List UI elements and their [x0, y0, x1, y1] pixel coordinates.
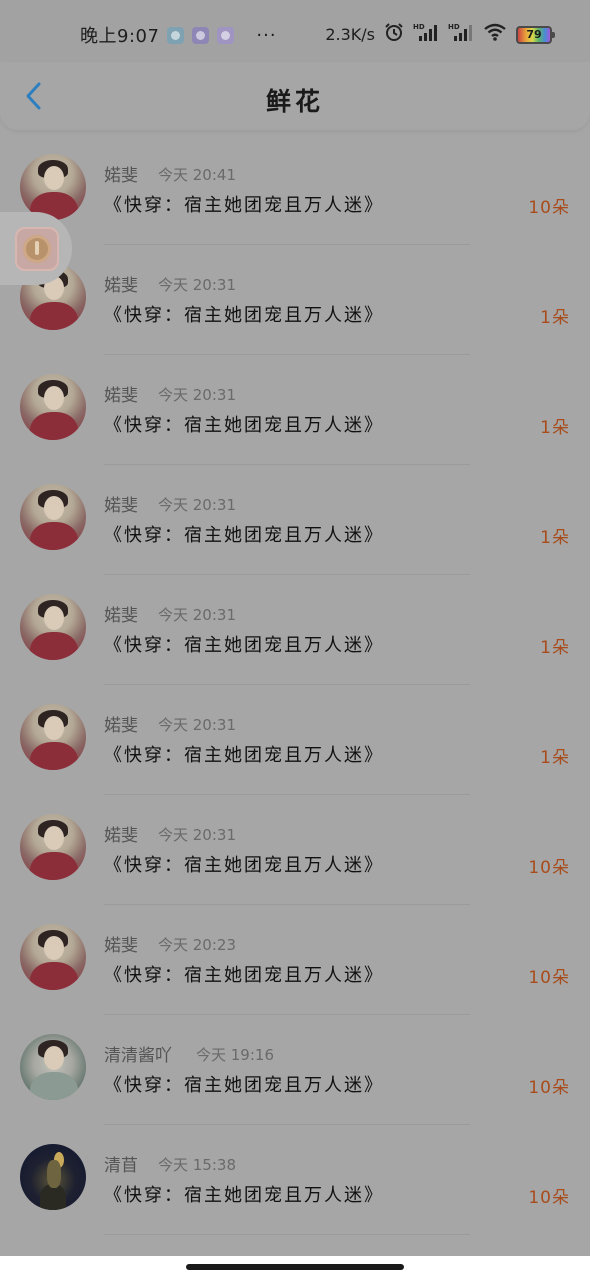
flower-count: 1朵 [540, 308, 570, 328]
gift-list-item[interactable]: 婼斐 今天 20:31 《快穿：宿主她团宠且万人迷》 1朵 [0, 245, 590, 355]
avatar[interactable] [20, 154, 86, 220]
sender-name: 婼斐 [104, 606, 138, 626]
sender-name: 婼斐 [104, 276, 138, 296]
avatar[interactable] [20, 924, 86, 990]
sender-name: 清清酱吖 [104, 1046, 172, 1066]
send-time: 今天 20:31 [158, 386, 236, 404]
avatar-body [30, 522, 78, 550]
book-title: 《快穿：宿主她团宠且万人迷》 [104, 525, 384, 546]
avatar[interactable] [20, 1034, 86, 1100]
gift-list-item[interactable]: 清苜 今天 15:38 《快穿：宿主她团宠且万人迷》 10朵 [0, 1125, 590, 1235]
book-title: 《快穿：宿主她团宠且万人迷》 [104, 305, 384, 326]
gift-list-item[interactable]: 婼斐 今天 20:31 《快穿：宿主她团宠且万人迷》 1朵 [0, 355, 590, 465]
send-time: 今天 20:31 [158, 716, 236, 734]
sender-name: 婼斐 [104, 936, 138, 956]
gift-list-item[interactable]: 婼斐 今天 20:41 《快穿：宿主她团宠且万人迷》 10朵 [0, 135, 590, 245]
send-time: 今天 20:31 [158, 496, 236, 514]
gift-list-item[interactable]: 婼斐 今天 20:23 《快穿：宿主她团宠且万人迷》 10朵 [0, 905, 590, 1015]
notification-app-icon [217, 26, 235, 44]
book-title: 《快穿：宿主她团宠且万人迷》 [104, 1185, 384, 1206]
flower-count: 1朵 [540, 528, 570, 548]
avatar-face [44, 826, 64, 850]
avatar[interactable] [20, 594, 86, 660]
avatar-body [30, 962, 78, 990]
avatar-body [30, 412, 78, 440]
wifi-icon [483, 22, 507, 47]
avatar-face [44, 386, 64, 410]
flower-count: 1朵 [540, 418, 570, 438]
flower-gift-list: 婼斐 今天 20:41 《快穿：宿主她团宠且万人迷》 10朵 婼斐 今天 20:31 《快穿… [0, 135, 590, 1235]
send-time: 今天 20:41 [158, 166, 236, 184]
book-title: 《快穿：宿主她团宠且万人迷》 [104, 965, 384, 986]
signal-hd-icon: HD [413, 22, 439, 47]
send-time: 今天 15:38 [158, 1156, 236, 1174]
flower-count: 10朵 [528, 968, 570, 988]
book-title: 《快穿：宿主她团宠且万人迷》 [104, 195, 384, 216]
status-bar: 晚上9:07 ··· 2.3K/s HD HD 79 [0, 0, 590, 62]
gift-list-item[interactable]: 婼斐 今天 20:31 《快穿：宿主她团宠且万人迷》 1朵 [0, 575, 590, 685]
svg-text:HD: HD [413, 23, 425, 31]
flower-count: 1朵 [540, 638, 570, 658]
page-title: 鲜花 [265, 87, 324, 116]
avatar[interactable] [20, 484, 86, 550]
avatar-body [30, 632, 78, 660]
floating-app-icon [15, 227, 59, 271]
flower-count: 10朵 [528, 1078, 570, 1098]
book-title: 《快穿：宿主她团宠且万人迷》 [104, 855, 384, 876]
gift-list-item[interactable]: 清清酱吖 今天 19:16 《快穿：宿主她团宠且万人迷》 10朵 [0, 1015, 590, 1125]
avatar[interactable] [20, 374, 86, 440]
gift-list-item[interactable]: 婼斐 今天 20:31 《快穿：宿主她团宠且万人迷》 1朵 [0, 685, 590, 795]
svg-text:HD: HD [448, 23, 460, 31]
sender-name: 婼斐 [104, 496, 138, 516]
gift-list-item[interactable]: 婼斐 今天 20:31 《快穿：宿主她团宠且万人迷》 1朵 [0, 465, 590, 575]
floating-app-button[interactable] [0, 212, 72, 285]
avatar-face [44, 606, 64, 630]
avatar-face [44, 1046, 64, 1070]
gift-list-item[interactable]: 婼斐 今天 20:31 《快穿：宿主她团宠且万人迷》 10朵 [0, 795, 590, 905]
avatar[interactable] [20, 1144, 86, 1210]
status-right: 2.3K/s HD HD 79 [325, 22, 555, 47]
avatar-body [30, 742, 78, 770]
status-left: 晚上9:07 ··· [80, 22, 277, 48]
more-notifications-icon: ··· [256, 24, 277, 46]
alarm-icon [384, 22, 404, 47]
avatar-body [30, 1072, 78, 1100]
net-speed: 2.3K/s [325, 25, 375, 44]
sender-name: 婼斐 [104, 716, 138, 736]
home-indicator[interactable] [186, 1264, 404, 1270]
send-time: 今天 20:31 [158, 606, 236, 624]
battery-icon: 79 [516, 25, 555, 44]
avatar-face [44, 166, 64, 190]
avatar-face [44, 716, 64, 740]
book-title: 《快穿：宿主她团宠且万人迷》 [104, 635, 384, 656]
avatar[interactable] [20, 814, 86, 880]
book-title: 《快穿：宿主她团宠且万人迷》 [104, 1075, 384, 1096]
sender-name: 清苜 [104, 1156, 138, 1176]
avatar-body [30, 852, 78, 880]
notification-app-icon [192, 26, 210, 44]
send-time: 今天 20:23 [158, 936, 236, 954]
flower-count: 10朵 [528, 198, 570, 218]
sender-name: 婼斐 [104, 386, 138, 406]
header: 鲜花 [0, 62, 590, 130]
send-time: 今天 19:16 [196, 1046, 274, 1064]
book-title: 《快穿：宿主她团宠且万人迷》 [104, 745, 384, 766]
avatar-body [30, 302, 78, 330]
book-title: 《快穿：宿主她团宠且万人迷》 [104, 415, 384, 436]
avatar[interactable] [20, 704, 86, 770]
status-time: 晚上9:07 [80, 26, 160, 47]
avatar-face [44, 936, 64, 960]
signal-hd-icon: HD [448, 22, 474, 47]
send-time: 今天 20:31 [158, 276, 236, 294]
send-time: 今天 20:31 [158, 826, 236, 844]
sender-name: 婼斐 [104, 826, 138, 846]
flower-count: 10朵 [528, 858, 570, 878]
sender-name: 婼斐 [104, 166, 138, 186]
notification-app-icon [167, 26, 185, 44]
flower-count: 1朵 [540, 748, 570, 768]
avatar-face [47, 1160, 61, 1188]
flower-count: 10朵 [528, 1188, 570, 1208]
avatar-face [44, 496, 64, 520]
